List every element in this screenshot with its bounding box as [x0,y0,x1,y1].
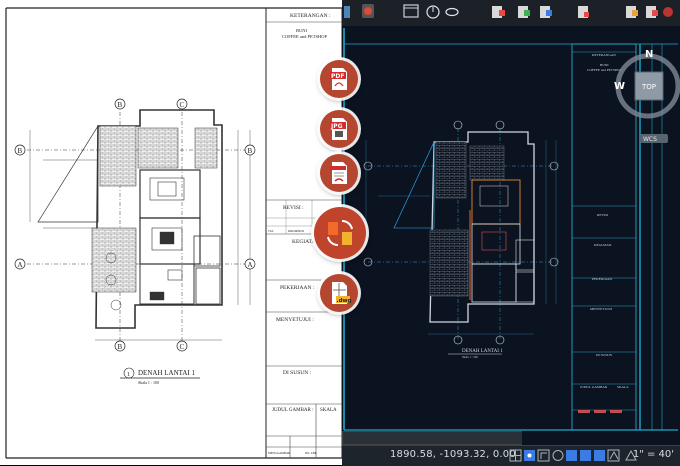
viewcube[interactable]: TOP N W WCS [612,48,680,148]
grid-toggle-icon[interactable] [509,449,522,462]
toolbar-share-icon[interactable] [626,6,638,18]
svg-text:A: A [248,261,253,269]
paper-skala: SKALA [320,408,337,413]
scroll-area [522,431,680,445]
horizontal-scrollbar[interactable] [342,431,524,445]
paper-dikoreksi: DIKOREKSI [288,229,304,233]
toolbar-pan-hand-icon[interactable] [426,5,440,19]
paper-di-susun: DI SUSUN : [283,370,312,376]
toolbar-markup-icon[interactable] [578,6,589,18]
paper-pekerjaan: PEKERJAAN : [280,285,315,291]
cad-revisi: REVISI [597,213,609,217]
svg-text:PDF: PDF [331,73,344,80]
pdf-file-icon[interactable]: PDF [320,60,358,98]
toolbar-properties-icon[interactable] [540,6,552,18]
coordinate-readout: 1890.58, -1093.32, 0.00 [390,449,516,460]
paper-project-line2: COFFEE and PETSHOP [282,34,328,39]
svg-text:A: A [18,261,23,269]
toolbar-settings-icon[interactable] [646,6,658,18]
paper-plan-number: 1 [127,372,130,378]
cad-plan-title: DENAH LANTAI 1 [462,349,503,354]
svg-text:B: B [18,147,23,155]
toolbar-layer-icon[interactable] [492,6,505,18]
cad-judul: JUDUL GAMBAR [580,385,608,389]
paper-drawing: KETERANGAN : BUNI COFFEE and PETSHOP REV… [0,0,342,465]
viewcube-north[interactable]: N [645,49,653,60]
viewcube-top-face[interactable]: TOP [641,83,656,91]
paper-revisi: REVISI : [283,205,304,211]
otrack-toggle-icon[interactable] [580,450,591,461]
viewcube-wcs[interactable]: WCS [643,136,657,143]
screen: KETERANGAN : BUNI COFFEE and PETSHOP REV… [0,0,680,466]
polar-toggle-icon[interactable] [552,450,564,461]
svg-text:B: B [118,101,123,109]
status-bar: 1890.58, -1093.32, 0.00 1" = 40' [342,445,680,466]
snap-toggle-icon[interactable] [524,450,535,461]
cad-pekerjaan: PEKERJAAN [592,277,613,281]
ortho-toggle-icon[interactable] [537,449,550,462]
annotation-scale-value[interactable]: 1" = 40' [633,449,674,460]
dwg-file-icon[interactable]: .dwg [320,274,358,312]
viewcube-west[interactable]: W [614,81,625,92]
lineweight-toggle-icon[interactable] [594,450,605,461]
paper-menyetujui: MENYETUJUI : [276,317,314,323]
svg-text:JPG: JPG [330,123,343,130]
svg-text:C: C [180,101,185,109]
svg-text:B: B [248,147,253,155]
paper-menggambar: MENGGAMBAR [268,451,290,455]
paper-no-lbr: NO. LBR [305,451,317,455]
paper-judul-gambar: JUDUL GAMBAR : [272,408,313,413]
cad-project-line1: BUNI [600,63,609,67]
toolbar-orbit-icon[interactable] [445,7,459,17]
jpg-file-icon[interactable]: JPG [320,110,358,148]
cad-toolbar [342,0,680,26]
paper-tgl: TGL [268,229,274,233]
cad-kegiatan: KEGIATAN [594,243,612,247]
toolbar-window-icon[interactable] [403,4,419,18]
status-tool-icons [509,449,637,462]
svg-text:.dwg: .dwg [337,298,352,304]
paper-project-line1: BUNI [296,28,308,33]
svg-text:C: C [180,343,185,351]
toolbar-pin-icon[interactable] [344,6,350,18]
toolbar-more-icon[interactable] [663,7,673,17]
paper-keterangan: KETERANGAN : [290,13,331,19]
annotation-toggle-icon[interactable] [607,449,620,462]
convert-swap-icon[interactable] [314,207,366,259]
cad-plan-scale: Skala 1 : 100 [462,355,478,359]
svg-text:B: B [118,343,123,351]
toolbar-record-icon[interactable] [362,4,374,18]
paper-plan-scale: Skala 1 : 100 [138,380,159,385]
pdf-signature-icon[interactable] [320,154,358,192]
osnap-toggle-icon[interactable] [566,450,577,461]
toolbar-measure-icon[interactable] [518,6,530,18]
cad-menyetujui: MENYETUJUI [590,307,613,311]
cad-disusun: DI SUSUN [596,353,613,357]
cad-skala: SKALA [617,385,629,389]
paper-plan-title: DENAH LANTAI 1 [138,369,195,377]
